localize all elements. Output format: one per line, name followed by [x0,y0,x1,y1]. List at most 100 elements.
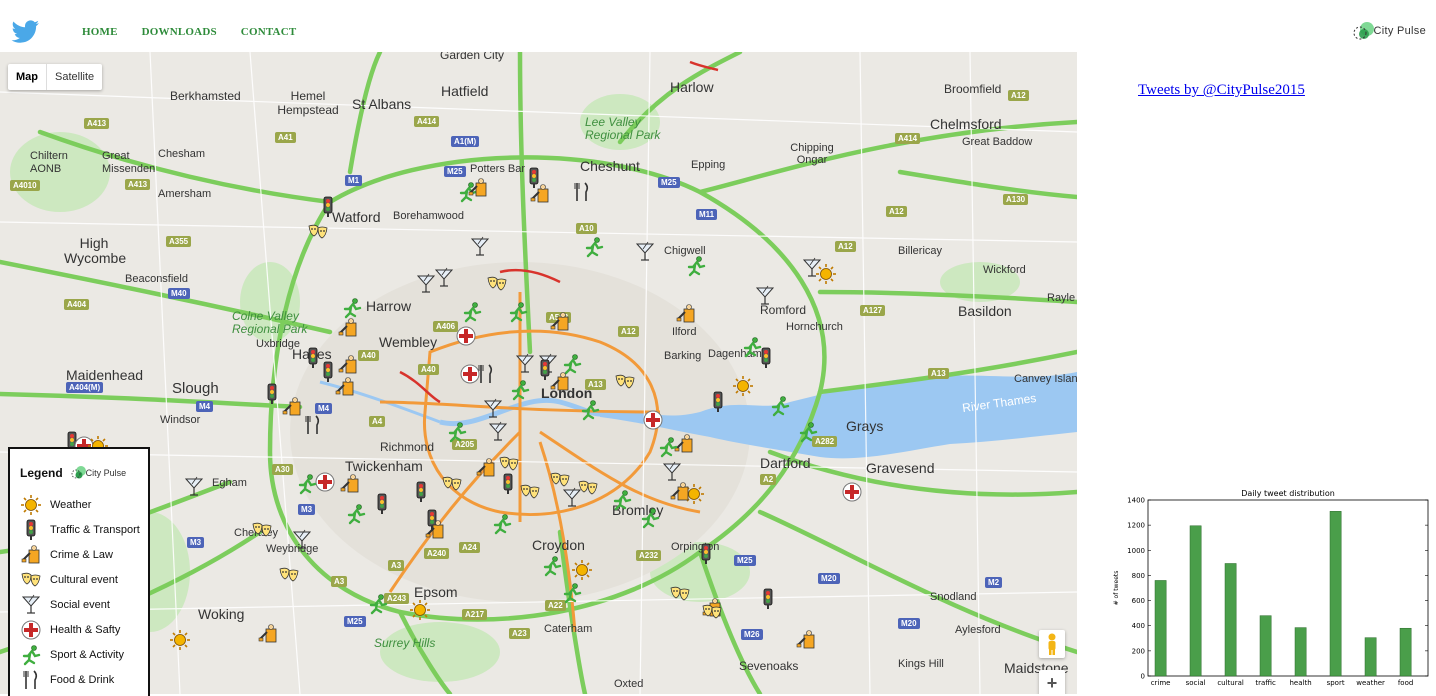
cultural-event-marker[interactable] [519,481,541,503]
traffic-event-marker[interactable] [755,347,777,369]
crime-event-marker[interactable] [257,623,279,645]
weather-event-marker[interactable] [732,375,754,397]
cultural-event-marker[interactable] [486,273,508,295]
social-event-marker[interactable] [634,241,656,263]
crime-event-marker[interactable] [337,354,359,376]
sport-event-marker[interactable] [579,399,601,421]
social-event-marker[interactable] [482,398,504,420]
road-shield: M25 [734,555,756,566]
weather-event-marker[interactable] [169,629,191,651]
zoom-in-button[interactable]: + [1039,670,1065,694]
road-shield: A12 [1008,90,1029,101]
map-place-label: Twickenham [345,458,423,474]
social-event-marker[interactable] [754,285,776,307]
cultural-event-marker[interactable] [498,453,520,475]
street-view-pegman-icon[interactable] [1039,630,1065,658]
sport-event-marker[interactable] [296,473,318,495]
map-type-map-button[interactable]: Map [8,64,47,90]
weather-event-marker[interactable] [409,599,431,621]
sport-event-marker[interactable] [611,489,633,511]
traffic-event-marker[interactable] [757,588,779,610]
sport-event-marker[interactable] [446,421,468,443]
food-event-marker[interactable] [571,181,593,203]
crime-event-marker[interactable] [675,303,697,325]
traffic-event-marker[interactable] [707,391,729,413]
twitter-timeline-link[interactable]: Tweets by @CityPulse2015 [1138,82,1305,99]
crime-event-marker[interactable] [424,519,446,541]
traffic-event-marker[interactable] [410,481,432,503]
crime-event-marker[interactable] [467,177,489,199]
sport-event-marker[interactable] [507,301,529,323]
sport-event-marker[interactable] [797,421,819,443]
map-place-label: Grays [846,418,884,434]
map-type-satellite-button[interactable]: Satellite [47,64,102,90]
sport-event-marker[interactable] [685,255,707,277]
social-event-marker[interactable] [801,257,823,279]
sport-event-marker[interactable] [657,436,679,458]
brand-logo[interactable]: City Pulse [1353,18,1426,44]
crime-event-marker[interactable] [549,371,571,393]
traffic-event-marker[interactable] [695,543,717,565]
legend-item-label: Crime & Law [50,548,113,561]
traffic-event-marker[interactable] [497,473,519,495]
crime-event-marker[interactable] [669,481,691,503]
social-event-marker[interactable] [561,487,583,509]
health-event-marker[interactable] [841,481,863,503]
social-event-marker[interactable] [469,236,491,258]
sport-event-marker[interactable] [769,395,791,417]
health-event-marker[interactable] [455,325,477,347]
health-event-marker[interactable] [459,363,481,385]
road-shield: A1(M) [451,136,480,147]
map-canvas[interactable]: Garden City Harlow Broomfield St Albans … [0,52,1077,694]
sport-event-marker[interactable] [541,555,563,577]
social-event-marker[interactable] [291,529,313,551]
crime-event-marker[interactable] [549,311,571,333]
sport-event-marker[interactable] [509,379,531,401]
sport-event-marker[interactable] [491,513,513,535]
crime-event-marker[interactable] [529,183,551,205]
crime-event-marker[interactable] [334,376,356,398]
social-event-marker[interactable] [183,476,205,498]
social-event-marker[interactable] [661,461,683,483]
crime-event-marker[interactable] [337,317,359,339]
sport-event-marker[interactable] [341,297,363,319]
nav-downloads-link[interactable]: DOWNLOADS [142,26,217,38]
crime-event-marker[interactable] [475,457,497,479]
traffic-event-marker[interactable] [317,196,339,218]
cultural-event-marker[interactable] [614,371,636,393]
sport-event-marker[interactable] [561,582,583,604]
legend-item-label: Food & Drink [50,673,115,686]
social-event-marker[interactable] [433,267,455,289]
nav-home-link[interactable]: HOME [82,26,118,38]
cultural-event-marker[interactable] [669,583,691,605]
map-place-label: Amersham [158,188,212,200]
health-event-marker[interactable] [642,409,664,431]
sport-event-marker[interactable] [583,236,605,258]
cultural-event-marker[interactable] [251,519,273,541]
cultural-event-marker[interactable] [278,564,300,586]
road-shield: A23 [509,628,530,639]
traffic-event-marker[interactable] [371,493,393,515]
chart-x-tick-label: weather [1356,679,1385,687]
sport-event-marker[interactable] [461,301,483,323]
map-place-label: Hatfield [441,83,489,99]
crime-event-marker[interactable] [795,629,817,651]
cultural-event-marker[interactable] [307,221,329,243]
food-event-marker[interactable] [302,414,324,436]
social-event-marker[interactable] [487,421,509,443]
crime-event-marker[interactable] [281,396,303,418]
cultural-event-marker[interactable] [441,473,463,495]
traffic-event-marker[interactable] [261,383,283,405]
road-shield: A12 [835,241,856,252]
twitter-bird-icon[interactable] [10,20,40,44]
cultural-event-marker[interactable] [701,601,723,623]
nav-contact-link[interactable]: CONTACT [241,26,297,38]
sport-event-marker[interactable] [345,503,367,525]
social-event-marker[interactable] [514,353,536,375]
weather-event-marker[interactable] [571,559,593,581]
crime-event-marker[interactable] [339,473,361,495]
sport-event-marker[interactable] [367,593,389,615]
sport-event-marker[interactable] [639,507,661,529]
chart-bar-weather [1364,637,1377,677]
road-shield: M2 [985,577,1003,588]
